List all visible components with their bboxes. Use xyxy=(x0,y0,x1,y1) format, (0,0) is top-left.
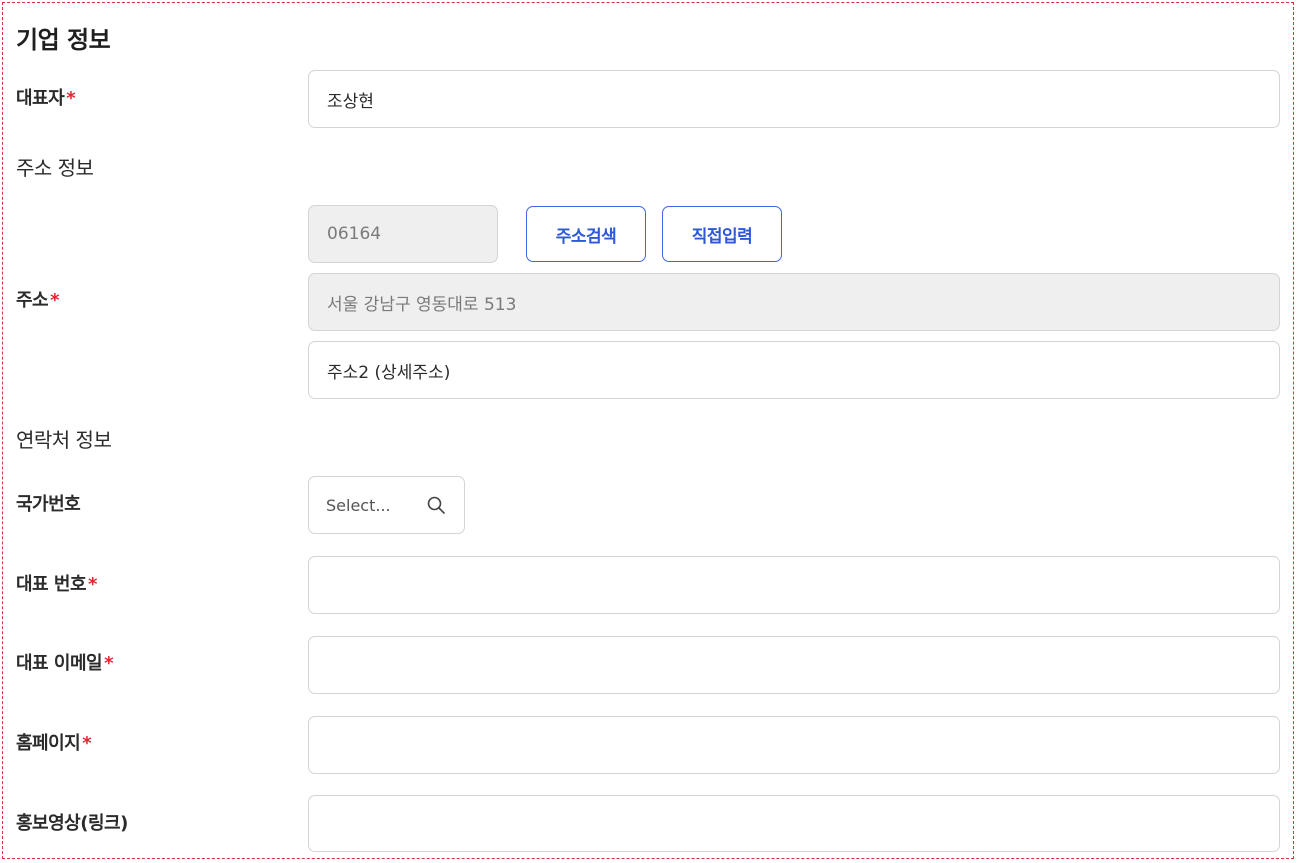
country-code-label-text: 국가번호 xyxy=(16,494,81,515)
representative-field[interactable]: 조상현 xyxy=(308,70,1280,128)
required-mark: * xyxy=(88,574,97,595)
main-email-label-text: 대표 이메일 xyxy=(16,653,103,674)
required-mark: * xyxy=(82,733,92,754)
main-email-label: 대표 이메일 * xyxy=(16,653,113,675)
homepage-label-text: 홈페이지 xyxy=(16,733,81,754)
address-label: 주소 * xyxy=(16,290,60,312)
section-title: 기업 정보 xyxy=(16,26,111,54)
address2-placeholder: 주소2 (상세주소) xyxy=(327,362,451,383)
representative-value: 조상현 xyxy=(327,91,374,112)
search-icon xyxy=(427,496,445,514)
required-mark: * xyxy=(50,290,60,311)
representative-label: 대표자 * xyxy=(16,88,76,110)
country-code-label: 국가번호 xyxy=(16,494,81,516)
promo-video-field[interactable] xyxy=(308,795,1280,852)
main-email-field[interactable] xyxy=(308,636,1280,694)
homepage-field[interactable] xyxy=(308,716,1280,774)
main-phone-field[interactable] xyxy=(308,556,1280,614)
address-group-title: 주소 정보 xyxy=(16,156,94,180)
manual-input-button[interactable]: 직접입력 xyxy=(662,206,782,262)
address2-field[interactable]: 주소2 (상세주소) xyxy=(308,341,1280,399)
homepage-label: 홈페이지 * xyxy=(16,733,92,755)
address1-value: 서울 강남구 영동대로 513 xyxy=(327,294,517,315)
address-search-button[interactable]: 주소검색 xyxy=(526,206,646,262)
address-label-text: 주소 xyxy=(16,290,49,311)
contact-group-title: 연락처 정보 xyxy=(16,428,112,452)
country-code-placeholder: Select... xyxy=(326,495,391,515)
promo-video-label: 홍보영상(링크) xyxy=(16,813,128,835)
address1-field: 서울 강남구 영동대로 513 xyxy=(308,273,1280,331)
country-code-select[interactable]: Select... xyxy=(308,476,465,534)
promo-video-label-text: 홍보영상(링크) xyxy=(16,813,128,834)
representative-label-text: 대표자 xyxy=(16,88,65,109)
postal-code-value: 06164 xyxy=(327,224,382,244)
required-mark: * xyxy=(66,88,76,109)
main-phone-label: 대표 번호 * xyxy=(16,574,97,596)
postal-code-field: 06164 xyxy=(308,205,498,263)
required-mark: * xyxy=(104,653,113,674)
main-phone-label-text: 대표 번호 xyxy=(16,574,87,595)
